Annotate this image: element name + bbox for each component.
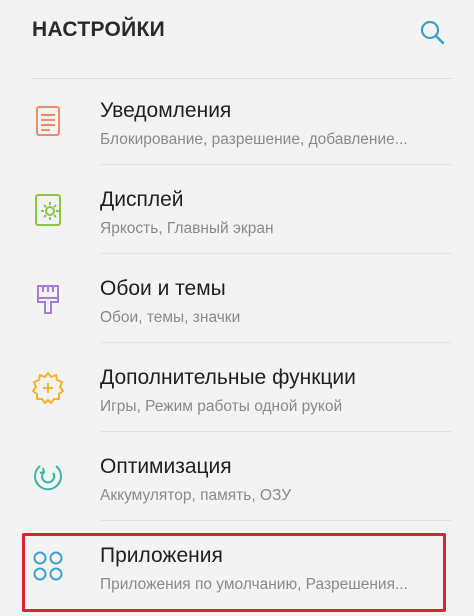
divider xyxy=(100,164,452,165)
divider xyxy=(100,342,452,343)
settings-item-optimization[interactable]: Оптимизация Аккумулятор, память, ОЗУ xyxy=(0,435,474,521)
settings-item-wallpapers[interactable]: Обои и темы Обои, темы, значки xyxy=(0,257,474,343)
optimization-icon xyxy=(34,465,62,491)
settings-item-title: Дисплей xyxy=(100,188,184,211)
paintbrush-icon xyxy=(37,285,59,314)
settings-item-title: Уведомления xyxy=(100,99,232,122)
settings-item-subtitle: Аккумулятор, память, ОЗУ xyxy=(100,487,292,504)
settings-item-notifications[interactable]: Уведомления Блокирование, разрешение, до… xyxy=(0,79,474,165)
settings-item-display[interactable]: Дисплей Яркость, Главный экран xyxy=(0,168,474,254)
settings-item-subtitle: Блокирование, разрешение, добавление... xyxy=(100,131,408,148)
settings-item-title: Обои и темы xyxy=(100,277,226,300)
settings-item-advanced-features[interactable]: Дополнительные функции Игры, Режим работ… xyxy=(0,346,474,432)
search-button[interactable] xyxy=(416,16,448,48)
settings-item-title: Дополнительные функции xyxy=(100,366,356,389)
page-title: НАСТРОЙКИ xyxy=(32,18,166,41)
highlight-box xyxy=(22,533,446,612)
settings-item-title: Оптимизация xyxy=(100,455,232,478)
settings-item-subtitle: Яркость, Главный экран xyxy=(100,220,274,237)
settings-item-subtitle: Обои, темы, значки xyxy=(100,309,241,326)
notifications-icon xyxy=(36,106,60,136)
app-header: НАСТРОЙКИ xyxy=(0,0,474,79)
search-icon xyxy=(420,20,445,45)
divider xyxy=(100,431,452,432)
divider xyxy=(100,253,452,254)
settings-item-subtitle: Игры, Режим работы одной рукой xyxy=(100,398,343,415)
display-brightness-icon xyxy=(35,194,61,226)
divider xyxy=(100,520,452,521)
gear-plus-icon xyxy=(32,372,64,404)
